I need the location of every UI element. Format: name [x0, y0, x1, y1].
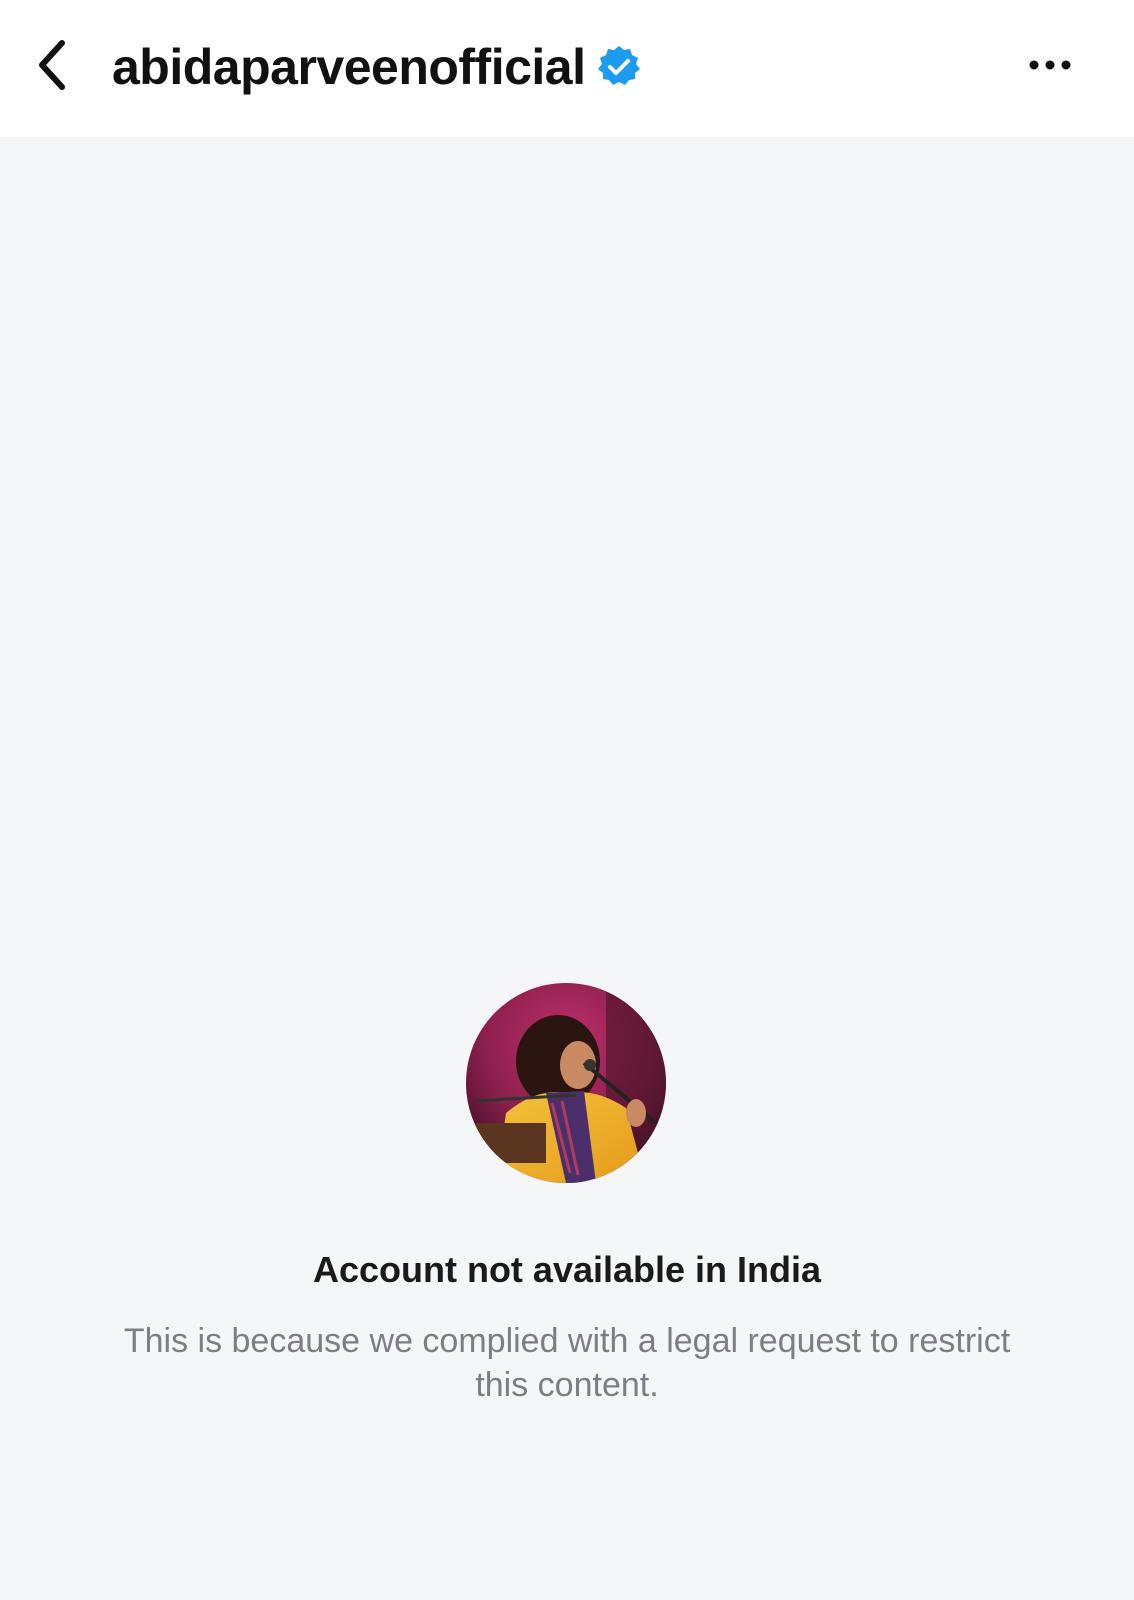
- more-options-button[interactable]: [1020, 40, 1080, 90]
- top-navigation-bar: abidaparveenofficial: [0, 0, 1134, 137]
- more-horizontal-icon: [1029, 60, 1071, 70]
- username-label: abidaparveenofficial: [112, 39, 586, 95]
- restriction-message: This is because we complied with a legal…: [123, 1322, 1011, 1404]
- restriction-title: Account not available in India: [312, 1249, 822, 1290]
- back-button[interactable]: [22, 30, 82, 100]
- profile-avatar: [466, 983, 666, 1183]
- profile-title: abidaparveenofficial: [112, 28, 642, 106]
- verified-badge-icon: [596, 44, 642, 90]
- chevron-left-icon: [39, 40, 65, 90]
- restricted-content-area: Account not available in India This is b…: [0, 137, 1134, 1600]
